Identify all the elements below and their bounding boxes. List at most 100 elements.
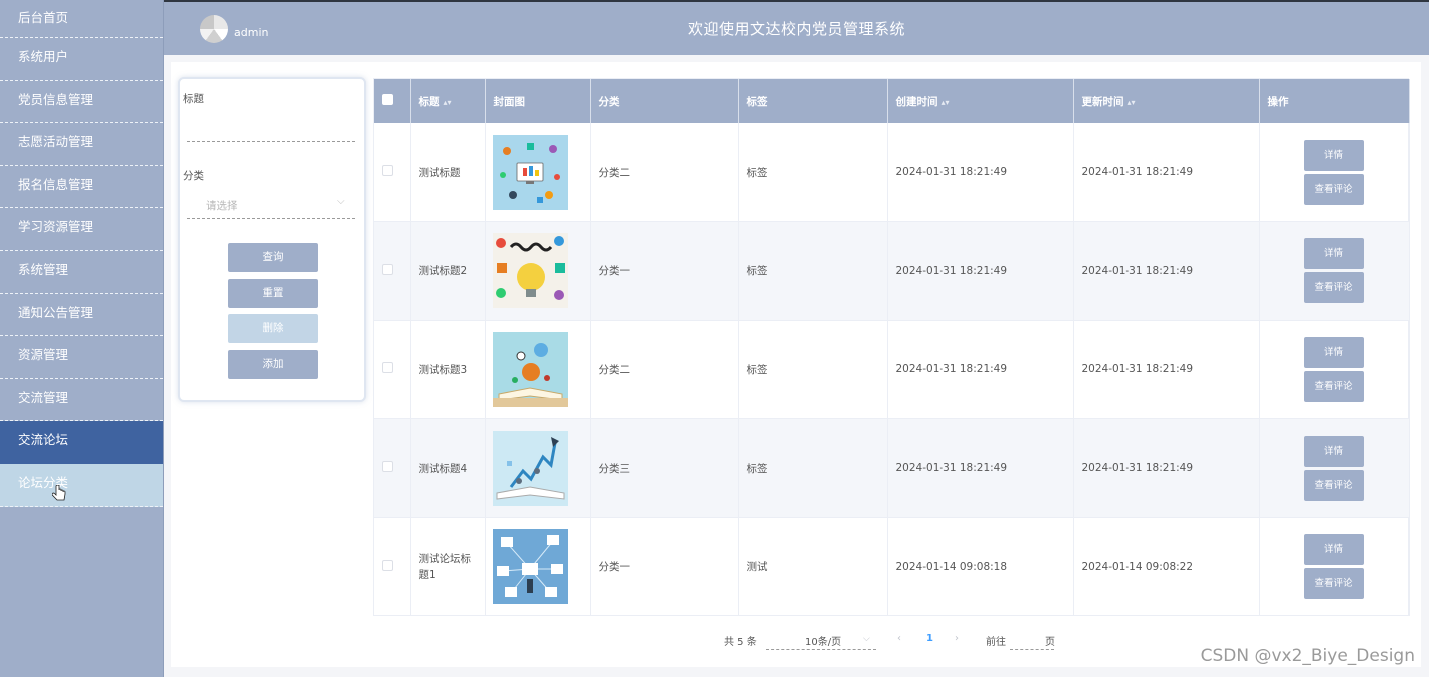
row-actions: 详情 查看评论: [1259, 418, 1410, 518]
cover-image-network[interactable]: [492, 529, 568, 605]
prev-page-icon[interactable]: ‹: [897, 633, 901, 644]
row-title: 测试标题3: [410, 320, 486, 420]
hand-cursor-icon: [51, 480, 66, 518]
page-size-select[interactable]: 10条/页: [805, 633, 841, 648]
row-tag: 标签: [738, 418, 888, 518]
view-comments-button[interactable]: 查看评论: [1303, 469, 1364, 501]
row-cover: [485, 418, 591, 518]
view-comments-button[interactable]: 查看评论: [1303, 173, 1364, 205]
header-cover: 封面图: [485, 79, 591, 123]
category-select[interactable]: 请选择: [206, 198, 238, 213]
header-updated[interactable]: 更新时间 ▴▾: [1073, 79, 1260, 123]
detail-button[interactable]: 详情: [1303, 139, 1364, 171]
row-created: 2024-01-31 18:21:49: [887, 418, 1074, 518]
view-comments-button[interactable]: 查看评论: [1303, 272, 1364, 304]
sidebar-item-signup[interactable]: 报名信息管理: [0, 166, 163, 209]
chevron-down-icon[interactable]: ⌵: [337, 196, 345, 207]
sidebar-item-notice[interactable]: 通知公告管理: [0, 294, 163, 337]
sidebar-item-learning[interactable]: 学习资源管理: [0, 208, 163, 251]
table-row: 测试标题3 分类二 标签 2024-01-31 18:21:49 2024-01…: [374, 320, 1410, 420]
header-created[interactable]: 创建时间 ▴▾: [887, 79, 1074, 123]
row-category: 分类一: [590, 517, 739, 617]
detail-button[interactable]: 详情: [1303, 534, 1364, 566]
header-select-all[interactable]: [374, 79, 411, 123]
page-size-underline: [766, 649, 876, 650]
row-category: 分类二: [590, 320, 739, 420]
watermark: CSDN @vx2_Biye_Design: [1200, 646, 1415, 666]
main-content: 标题 分类 请选择 ⌵ 查询 重置 删除 添加 标题 ▴▾ 封面图 分类 标签 创…: [171, 62, 1421, 667]
sidebar-item-home[interactable]: 后台首页: [0, 0, 163, 38]
row-updated: 2024-01-31 18:21:49: [1073, 221, 1260, 321]
row-checkbox[interactable]: [382, 362, 393, 374]
sidebar-subitem-forum-category[interactable]: 论坛分类: [0, 463, 163, 507]
row-select-cell: [374, 320, 411, 420]
header-category: 分类: [590, 79, 739, 123]
row-select-cell: [374, 221, 411, 321]
row-category: 分类三: [590, 418, 739, 518]
table-header-row: 标题 ▴▾ 封面图 分类 标签 创建时间 ▴▾ 更新时间 ▴▾ 操作: [374, 79, 1410, 123]
sidebar: 后台首页 系统用户 党员信息管理 志愿活动管理 报名信息管理 学习资源管理 系统…: [0, 0, 164, 677]
detail-button[interactable]: 详情: [1303, 435, 1364, 467]
query-button[interactable]: 查询: [228, 243, 318, 272]
sidebar-item-system-manage[interactable]: 系统管理: [0, 251, 163, 294]
row-checkbox[interactable]: [382, 559, 393, 571]
row-checkbox[interactable]: [382, 263, 393, 275]
pagination-total: 共 5 条: [724, 637, 757, 648]
reset-button[interactable]: 重置: [228, 279, 318, 308]
view-comments-button[interactable]: 查看评论: [1303, 568, 1364, 600]
header-updated-label: 更新时间: [1081, 95, 1124, 108]
chevron-down-icon[interactable]: ⌵: [863, 634, 870, 644]
row-cover: [485, 123, 591, 223]
next-page-icon[interactable]: ›: [955, 633, 959, 644]
row-cover: [485, 320, 591, 420]
row-cover: [485, 517, 591, 617]
sidebar-item-system-users[interactable]: 系统用户: [0, 38, 163, 81]
title-field-label: 标题: [183, 93, 204, 105]
cover-image-open-book[interactable]: [492, 331, 568, 407]
cover-image-book-rocket[interactable]: [492, 430, 568, 506]
row-created: 2024-01-31 18:21:49: [887, 123, 1074, 223]
detail-button[interactable]: 详情: [1303, 238, 1364, 270]
row-cover: [485, 221, 591, 321]
current-page-number[interactable]: 1: [926, 633, 933, 644]
row-updated: 2024-01-31 18:21:49: [1073, 123, 1260, 223]
row-checkbox[interactable]: [382, 165, 393, 177]
sort-icon[interactable]: ▴▾: [942, 98, 950, 107]
category-field-label: 分类: [183, 170, 204, 182]
add-button[interactable]: 添加: [228, 350, 318, 379]
category-select-underline: [187, 218, 355, 219]
delete-button[interactable]: 删除: [228, 314, 318, 343]
row-updated: 2024-01-14 09:08:22: [1073, 517, 1260, 617]
cover-image-learn-bulb[interactable]: [492, 233, 568, 309]
select-all-checkbox[interactable]: [382, 94, 393, 105]
header-title[interactable]: 标题 ▴▾: [410, 79, 486, 123]
sidebar-item-resource[interactable]: 资源管理: [0, 336, 163, 379]
sort-icon[interactable]: ▴▾: [444, 98, 452, 107]
sidebar-item-exchange[interactable]: 交流管理: [0, 379, 163, 422]
row-title: 测试标题4: [410, 418, 486, 518]
row-title: 测试论坛标题1: [410, 517, 486, 617]
row-tag: 标签: [738, 221, 888, 321]
row-checkbox[interactable]: [382, 461, 393, 473]
sidebar-item-volunteer[interactable]: 志愿活动管理: [0, 123, 163, 166]
goto-page-input[interactable]: [1010, 649, 1054, 650]
row-select-cell: [374, 123, 411, 223]
top-header: admin 欢迎使用文达校内党员管理系统: [164, 0, 1429, 55]
row-created: 2024-01-31 18:21:49: [887, 221, 1074, 321]
table-row: 测试标题4 分类三 标签 2024-01-31 18:21:49 2024-01…: [374, 418, 1410, 518]
sort-icon[interactable]: ▴▾: [1128, 98, 1136, 107]
row-title: 测试标题: [410, 123, 486, 223]
header-actions: 操作: [1259, 79, 1410, 123]
header-tag: 标签: [738, 79, 888, 123]
forum-table: 标题 ▴▾ 封面图 分类 标签 创建时间 ▴▾ 更新时间 ▴▾ 操作 测试标题: [373, 78, 1410, 617]
sidebar-item-member-info[interactable]: 党员信息管理: [0, 81, 163, 124]
sidebar-item-forum[interactable]: 交流论坛: [0, 421, 163, 464]
row-tag: 标签: [738, 320, 888, 420]
page-unit-label: 页: [1045, 637, 1055, 648]
detail-button[interactable]: 详情: [1303, 336, 1364, 368]
view-comments-button[interactable]: 查看评论: [1303, 370, 1364, 402]
table-row: 测试标题2 分类一 标签 2024-01-31 18:21:49 2024-01…: [374, 221, 1410, 321]
title-input[interactable]: [187, 141, 355, 142]
cover-image-digital-icons[interactable]: [492, 134, 568, 210]
row-select-cell: [374, 418, 411, 518]
